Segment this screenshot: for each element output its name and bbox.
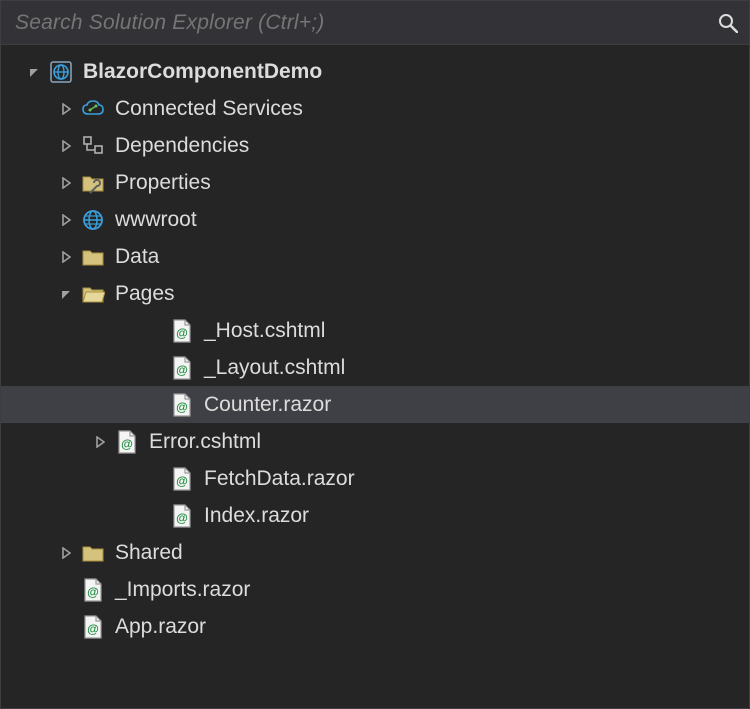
chevron-collapsed-icon[interactable] — [57, 103, 75, 115]
search-bar — [1, 1, 749, 45]
node-label: Data — [115, 245, 159, 269]
node-shared[interactable]: Shared — [1, 534, 749, 571]
node-data[interactable]: Data — [1, 238, 749, 275]
folder-icon — [81, 541, 105, 565]
node-label: Properties — [115, 171, 211, 195]
file-label: Error.cshtml — [149, 430, 261, 454]
razor-file-icon: @ — [81, 615, 105, 639]
file-error[interactable]: @ Error.cshtml — [1, 423, 749, 460]
chevron-collapsed-icon[interactable] — [57, 177, 75, 189]
file-index[interactable]: @ Index.razor — [1, 497, 749, 534]
razor-file-icon: @ — [170, 393, 194, 417]
file-label: Index.razor — [204, 504, 309, 528]
svg-text:@: @ — [176, 474, 188, 488]
svg-text:@: @ — [176, 511, 188, 525]
folder-icon — [81, 245, 105, 269]
node-wwwroot[interactable]: wwwroot — [1, 201, 749, 238]
cloud-icon — [81, 97, 105, 121]
chevron-collapsed-icon[interactable] — [57, 214, 75, 226]
node-properties[interactable]: Properties — [1, 164, 749, 201]
folder-open-icon — [81, 282, 105, 306]
dependencies-icon — [81, 134, 105, 158]
chevron-expanded-icon[interactable] — [57, 288, 75, 300]
folder-wrench-icon — [81, 171, 105, 195]
node-label: Shared — [115, 541, 183, 565]
node-label: Connected Services — [115, 97, 303, 121]
file-host[interactable]: @ _Host.cshtml — [1, 312, 749, 349]
node-label: Pages — [115, 282, 175, 306]
razor-file-icon: @ — [115, 430, 139, 454]
file-app[interactable]: @ App.razor — [1, 608, 749, 645]
razor-file-icon: @ — [170, 504, 194, 528]
file-label: _Imports.razor — [115, 578, 250, 602]
globe-icon — [81, 208, 105, 232]
search-input[interactable] — [15, 11, 709, 35]
project-root[interactable]: BlazorComponentDemo — [1, 53, 749, 90]
razor-file-icon: @ — [170, 319, 194, 343]
file-label: FetchData.razor — [204, 467, 355, 491]
razor-file-icon: @ — [81, 578, 105, 602]
node-label: Dependencies — [115, 134, 249, 158]
file-layout[interactable]: @ _Layout.cshtml — [1, 349, 749, 386]
razor-file-icon: @ — [170, 356, 194, 380]
file-label: App.razor — [115, 615, 206, 639]
project-name: BlazorComponentDemo — [83, 60, 322, 84]
node-label: wwwroot — [115, 208, 197, 232]
chevron-collapsed-icon[interactable] — [57, 251, 75, 263]
svg-text:@: @ — [176, 400, 188, 414]
chevron-collapsed-icon[interactable] — [57, 547, 75, 559]
project-icon — [49, 60, 73, 84]
file-imports[interactable]: @ _Imports.razor — [1, 571, 749, 608]
svg-text:@: @ — [176, 326, 188, 340]
node-pages[interactable]: Pages — [1, 275, 749, 312]
search-icon[interactable] — [717, 12, 739, 34]
node-connected-services[interactable]: Connected Services — [1, 90, 749, 127]
svg-text:@: @ — [87, 622, 99, 636]
tree: BlazorComponentDemo Connected Services — [1, 45, 749, 708]
chevron-expanded-icon[interactable] — [25, 66, 43, 78]
file-label: _Host.cshtml — [204, 319, 325, 343]
svg-text:@: @ — [121, 437, 133, 451]
solution-explorer-panel: BlazorComponentDemo Connected Services — [0, 0, 750, 709]
file-label: Counter.razor — [204, 393, 331, 417]
svg-text:@: @ — [87, 585, 99, 599]
file-label: _Layout.cshtml — [204, 356, 345, 380]
file-fetchdata[interactable]: @ FetchData.razor — [1, 460, 749, 497]
chevron-collapsed-icon[interactable] — [91, 436, 109, 448]
file-counter[interactable]: @ Counter.razor — [1, 386, 749, 423]
node-dependencies[interactable]: Dependencies — [1, 127, 749, 164]
razor-file-icon: @ — [170, 467, 194, 491]
chevron-collapsed-icon[interactable] — [57, 140, 75, 152]
svg-text:@: @ — [176, 363, 188, 377]
